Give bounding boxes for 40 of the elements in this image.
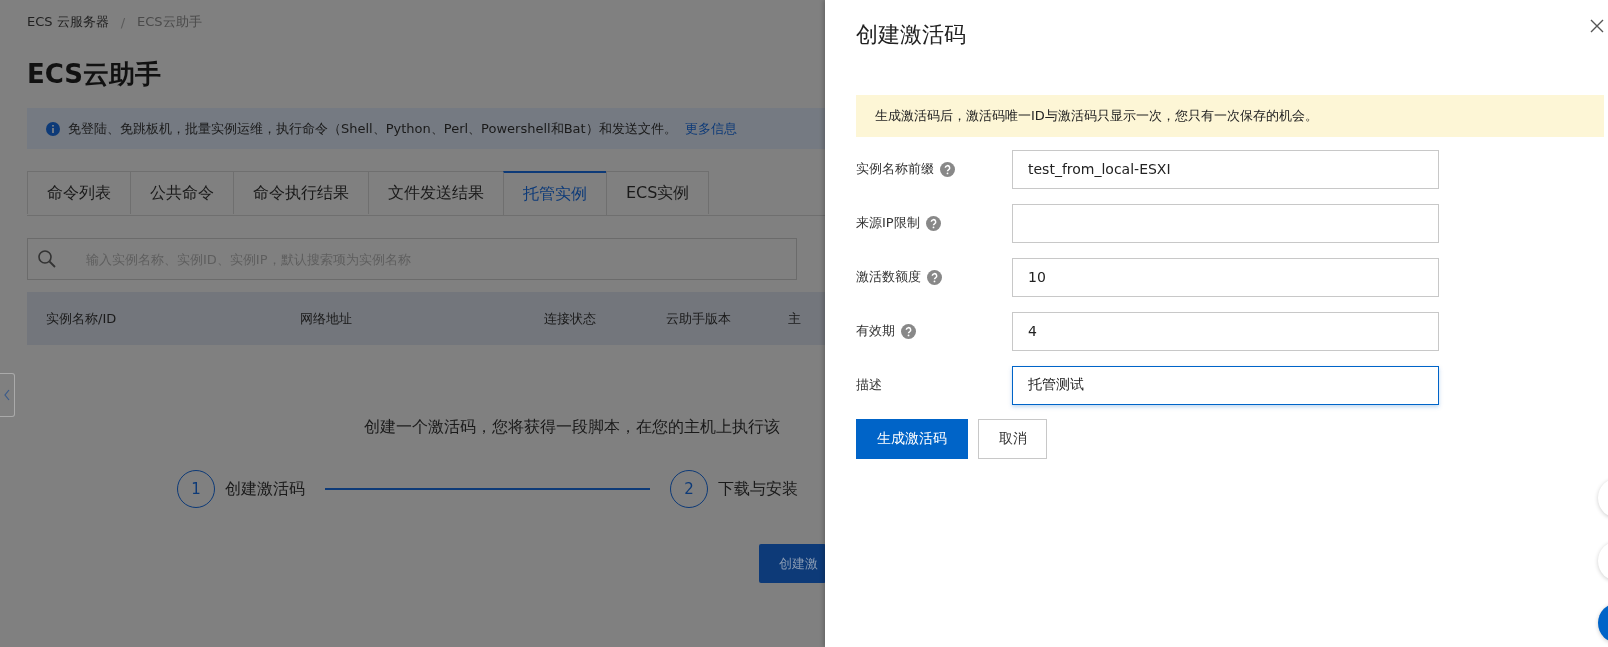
field-label: 激活数额度 <box>856 268 921 286</box>
breadcrumb-separator: / <box>120 14 126 30</box>
field-label: 来源IP限制 <box>856 214 920 232</box>
intro-text: 创建一个激活码，您将获得一段脚本，在您的主机上执行该 <box>364 417 781 438</box>
input-field[interactable]: test_from_local-ESXI <box>1012 149 1439 189</box>
help-icon[interactable] <box>925 215 941 231</box>
column-header: 云助手版本 <box>666 309 732 328</box>
step-label: 下载与安装 <box>718 478 798 500</box>
input-field[interactable]: 4 <box>1012 311 1439 351</box>
notice-text: 生成激活码后，激活码唯一ID与激活码只显示一次，您只有一次保存的机会。 <box>875 107 1318 125</box>
close-icon[interactable] <box>1590 19 1604 33</box>
column-header: 网络地址 <box>300 309 353 328</box>
drawer-title: 创建激活码 <box>856 22 966 47</box>
tab[interactable]: ECS实例 <box>606 171 710 214</box>
help-icon[interactable] <box>940 161 955 177</box>
info-icon <box>46 121 60 136</box>
field-label: 描述 <box>856 376 882 394</box>
column-header: 主 <box>788 309 801 328</box>
column-header: 连接状态 <box>544 309 597 328</box>
more-info-link[interactable]: 更多信息 <box>684 119 737 138</box>
field-label: 有效期 <box>856 322 895 340</box>
tab[interactable]: 命令列表 <box>27 171 131 214</box>
page-title: ECS云助手 <box>27 58 163 91</box>
column-header: 实例名称/ID <box>46 309 118 328</box>
tab[interactable]: 托管实例 <box>503 171 607 215</box>
collapse-handle[interactable] <box>0 373 15 417</box>
breadcrumb-item[interactable]: ECS 云服务器 <box>27 13 109 31</box>
input-field[interactable]: 托管测试 <box>1012 365 1439 405</box>
step-label: 创建激活码 <box>225 478 305 500</box>
input-field[interactable]: 10 <box>1012 257 1439 297</box>
cancel-button[interactable]: 取消 <box>978 419 1047 459</box>
search-icon <box>37 249 57 269</box>
generate-button[interactable]: 生成激活码 <box>856 419 968 459</box>
help-icon[interactable] <box>901 323 916 339</box>
info-text: 免登陆、免跳板机，批量实例运维，执行命令（Shell、Python、Perl、Powershell和Bat）和发送文件。 <box>68 119 677 138</box>
field-label: 实例名称前缀 <box>856 160 934 178</box>
create-button[interactable]: 创建激 <box>759 544 826 583</box>
chevron-left-icon <box>4 389 10 401</box>
help-icon[interactable] <box>927 269 942 285</box>
input-field[interactable] <box>1012 203 1439 243</box>
